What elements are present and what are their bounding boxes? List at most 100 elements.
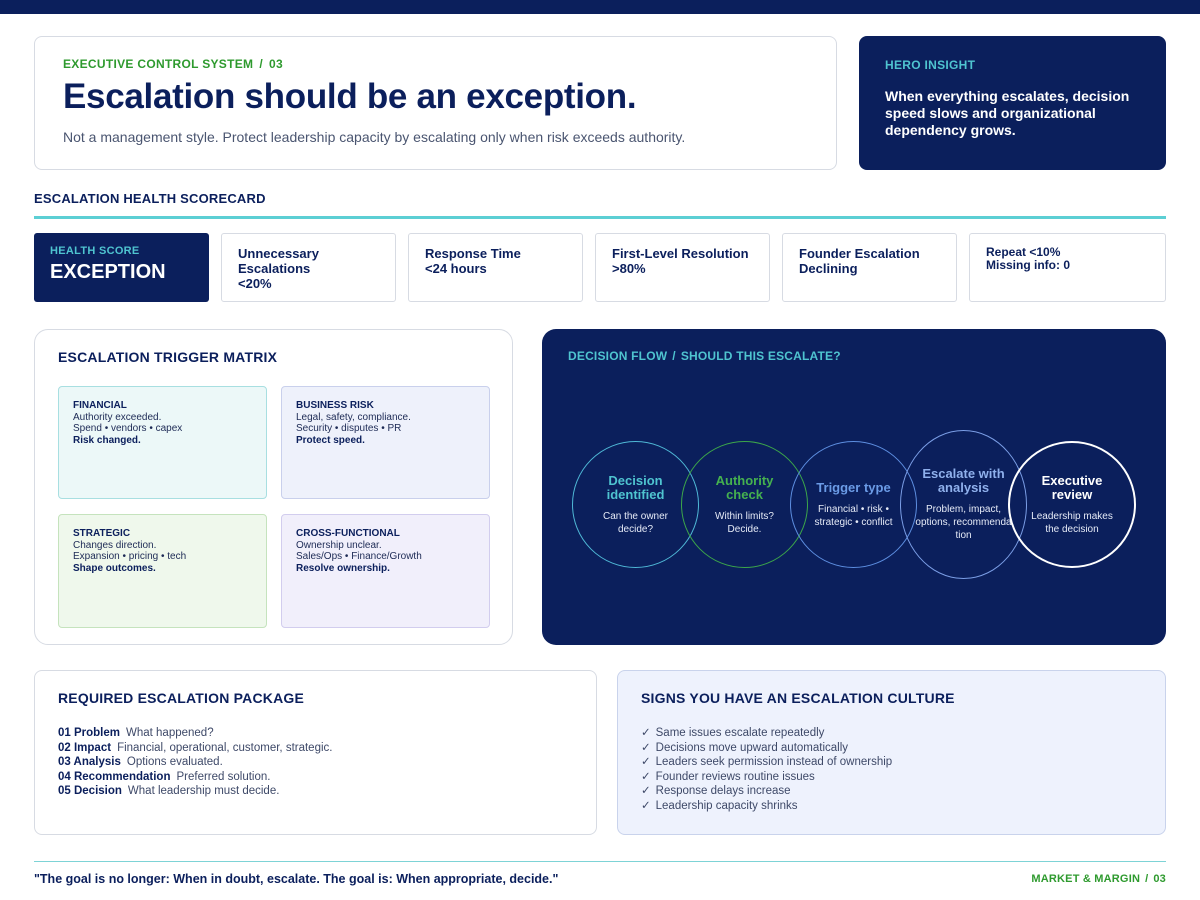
health-score-value: EXCEPTION	[50, 261, 166, 283]
checkmark-icon: ✓	[641, 799, 651, 812]
footer-brand: MARKET & MARGIN / 03	[1031, 873, 1166, 885]
flow-step-title: Trigger type	[816, 479, 891, 495]
score-line: <24 hours	[425, 261, 487, 276]
score-line: Response Time	[425, 246, 521, 261]
flow-step-trigger-type: Trigger type Financial • risk • strategi…	[790, 441, 917, 568]
list-item-text: What happened?	[126, 727, 214, 739]
matrix-cell-line: Spend • vendors • capex	[73, 423, 183, 434]
score-line: Escalations	[238, 261, 311, 276]
score-line: >80%	[612, 261, 646, 276]
footer-quote: "The goal is no longer: When in doubt, e…	[34, 872, 559, 886]
flow-step-title: Executive review	[1041, 472, 1103, 502]
score-line: Declining	[799, 261, 858, 276]
matrix-cell-line: Sales/Ops • Finance/Growth	[296, 551, 422, 562]
list-item-text: Founder reviews routine issues	[655, 770, 815, 783]
score-line: Missing info: 0	[986, 258, 1070, 272]
checkmark-icon: ✓	[641, 727, 651, 739]
list-item-text: Response delays increase	[655, 785, 791, 797]
flow-step-body: Financial • risk • strategic • conflict	[814, 503, 893, 528]
escalation-package-title: REQUIRED ESCALATION PACKAGE	[58, 690, 305, 706]
list-item: 05 Decision What leadership must decide.	[58, 784, 573, 799]
score-box-repeat-missing-info: Repeat <10% Missing info: 0	[969, 233, 1166, 302]
list-item-text: Financial, operational, customer, strate…	[117, 741, 333, 754]
decision-flow-separator: /	[672, 349, 676, 363]
flow-step-body: Leadership makes the decision	[1031, 510, 1113, 535]
score-line: First-Level Resolution	[612, 246, 749, 261]
matrix-cell-cross-functional: CROSS-FUNCTIONAL Ownership unclear. Sale…	[281, 514, 490, 628]
list-item-key: 04 Recommendation	[58, 770, 171, 783]
matrix-cell-business-risk: BUSINESS RISK Legal, safety, compliance.…	[281, 386, 490, 499]
decision-flow-title-b: SHOULD THIS ESCALATE?	[680, 349, 841, 363]
matrix-cell-line: Expansion • pricing • tech	[73, 551, 187, 562]
trigger-matrix-card: ESCALATION TRIGGER MATRIX FINANCIAL Auth…	[34, 329, 513, 645]
scorecard-title: ESCALATION HEALTH SCORECARD	[34, 191, 266, 206]
matrix-cell-title: STRATEGIC	[73, 528, 131, 539]
flow-step-title: Authority check	[715, 472, 774, 502]
list-item-text: Leadership capacity shrinks	[655, 799, 798, 812]
list-item-text: Same issues escalate repeatedly	[655, 727, 825, 739]
list-item-key: 01 Problem	[58, 727, 120, 739]
decision-flow-title-a: DECISION FLOW	[568, 349, 668, 363]
score-box-response-time: Response Time <24 hours	[408, 233, 583, 302]
footer-divider	[34, 861, 1166, 862]
matrix-cell-emphasis: Shape outcomes.	[73, 562, 156, 574]
matrix-cell-financial: FINANCIAL Authority exceeded. Spend • ve…	[58, 386, 267, 499]
flow-step-executive-review: Executive review Leadership makes the de…	[1008, 441, 1136, 568]
escalation-package-card: REQUIRED ESCALATION PACKAGE 01 Problem Wh…	[34, 670, 597, 835]
matrix-cell-line: Changes direction.	[73, 539, 157, 551]
eyebrow-label: EXECUTIVE CONTROL SYSTEM	[63, 57, 254, 71]
matrix-cell-title: BUSINESS RISK	[296, 400, 374, 411]
checkmark-icon: ✓	[641, 756, 651, 768]
matrix-cell-emphasis: Protect speed.	[296, 434, 365, 446]
matrix-cell-line: Legal, safety, compliance.	[296, 411, 411, 423]
list-item: ✓ Same issues escalate repeatedly	[641, 726, 1142, 741]
matrix-cell-emphasis: Resolve ownership.	[296, 562, 390, 574]
matrix-cell-line: Security • disputes • PR	[296, 423, 402, 434]
header-card: EXECUTIVE CONTROL SYSTEM / 03 Escalation s…	[34, 36, 837, 170]
score-line: <20%	[238, 276, 272, 291]
eyebrow-separator: /	[259, 57, 263, 71]
list-item-text: Decisions move upward automatically	[655, 741, 849, 754]
scorecard-divider	[34, 216, 1166, 219]
health-score-label: HEALTH SCORE	[50, 245, 140, 257]
score-box-unnecessary-escalations: Unnecessary Escalations <20%	[221, 233, 396, 302]
score-line: Founder Escalation	[799, 246, 920, 261]
list-item: 04 Recommendation Preferred solution.	[58, 770, 573, 785]
list-item-key: 05 Decision	[58, 785, 122, 797]
list-item: ✓ Founder reviews routine issues	[641, 770, 1142, 785]
flow-step-authority-check: Authority check Within limits? Decide.	[681, 441, 808, 568]
checkmark-icon: ✓	[641, 770, 651, 783]
matrix-cell-title: CROSS-FUNCTIONAL	[296, 528, 400, 539]
decision-flow-card: DECISION FLOW / SHOULD THIS ESCALATE? Deci…	[542, 329, 1166, 645]
hero-insight-label: HERO INSIGHT	[885, 58, 976, 72]
escalation-culture-title: SIGNS YOU HAVE AN ESCALATION CULTURE	[641, 690, 955, 706]
flow-step-title: Escalate with analysis	[922, 466, 1005, 495]
eyebrow-number: 03	[268, 57, 283, 71]
list-item: 02 Impact Financial, operational, custome…	[58, 741, 573, 756]
list-item: ✓ Response delays increase	[641, 784, 1142, 799]
trigger-matrix-title: ESCALATION TRIGGER MATRIX	[58, 349, 278, 365]
matrix-cell-strategic: STRATEGIC Changes direction. Expansion •…	[58, 514, 267, 628]
list-item: ✓ Leaders seek permission instead of owne…	[641, 755, 1142, 770]
flow-step-decision-identified: Decision identified Can the owner decide…	[572, 441, 699, 568]
list-item-text: Leaders seek permission instead of owner…	[655, 756, 893, 768]
matrix-cell-title: FINANCIAL	[73, 400, 127, 411]
health-score-box: HEALTH SCORE EXCEPTION	[34, 233, 209, 302]
list-item: ✓ Decisions move upward automatically	[641, 741, 1142, 756]
score-box-founder-escalation: Founder Escalation Declining	[782, 233, 957, 302]
flow-step-body: Problem, impact, options, recommenda tio…	[915, 504, 1012, 541]
list-item-key: 02 Impact	[58, 741, 112, 754]
footer-brand-name: MARKET & MARGIN	[1031, 873, 1141, 885]
escalation-culture-list: ✓ Same issues escalate repeatedly ✓ Decisi…	[641, 726, 1142, 813]
list-item-text: Preferred solution.	[176, 770, 271, 783]
hero-insight-text: When everything escalates, decision spee…	[885, 88, 1130, 138]
checkmark-icon: ✓	[641, 785, 651, 797]
list-item-key: 03 Analysis	[58, 756, 121, 768]
score-box-first-level-resolution: First-Level Resolution >80%	[595, 233, 770, 302]
page-title: Escalation should be an exception.	[63, 77, 637, 116]
flow-step-body: Within limits? Decide.	[715, 510, 774, 535]
matrix-cell-emphasis: Risk changed.	[73, 434, 141, 446]
checkmark-icon: ✓	[641, 741, 651, 754]
hero-insight-card: HERO INSIGHT When everything escalates, …	[859, 36, 1166, 170]
footer-page-number: 03	[1153, 873, 1166, 885]
